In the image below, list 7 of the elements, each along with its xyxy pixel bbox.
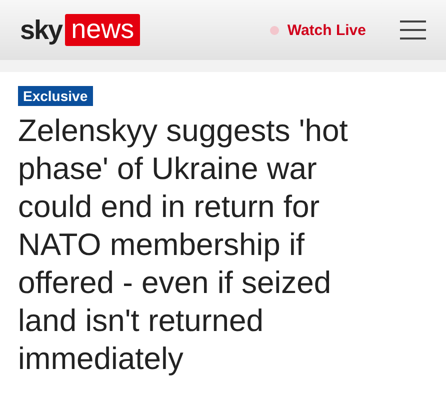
live-dot-icon bbox=[270, 26, 280, 34]
headline: Zelenskyy suggests 'hot phase' of Ukraine war could end in return for NATO membership if offered - even if seized land isn't returned immediately bbox=[18, 112, 349, 378]
logo-text[interactable]: sky bbox=[20, 14, 62, 46]
exclusive-label: Exclusive bbox=[18, 86, 93, 106]
watch-live-link[interactable]: Watch Live bbox=[270, 22, 366, 38]
menu-icon[interactable] bbox=[400, 20, 426, 40]
logo-badge[interactable]: news bbox=[65, 14, 140, 46]
